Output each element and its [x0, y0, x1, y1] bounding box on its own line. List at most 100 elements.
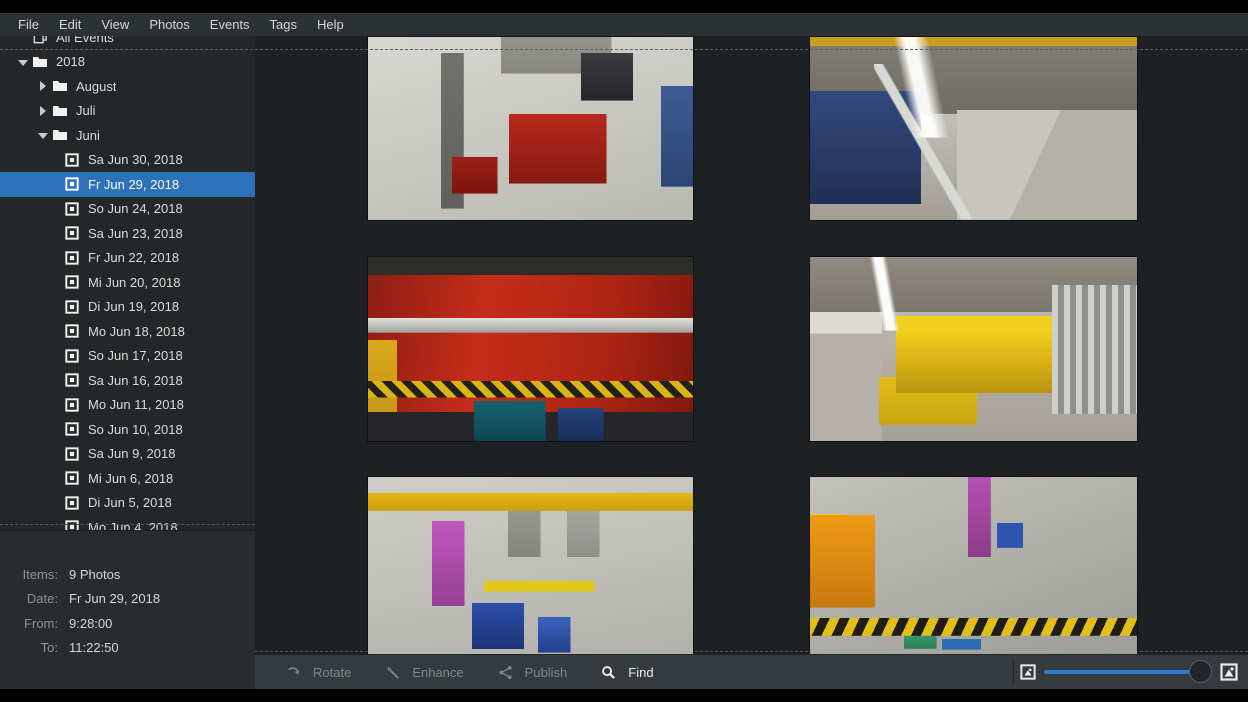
tree-item-label: Fr Jun 22, 2018 [88, 250, 179, 265]
tree-item-label: Di Jun 5, 2018 [88, 495, 172, 510]
enhance-label: Enhance [412, 665, 463, 680]
tree-item-label: Juni [76, 128, 100, 143]
sidebar-item-event-jun5[interactable]: Di Jun 5, 2018 [0, 491, 255, 516]
find-label: Find [628, 665, 653, 680]
sidebar-item-juli[interactable]: Juli [0, 99, 255, 124]
chevron-down-icon[interactable] [36, 128, 50, 142]
sidebar-item-event-jun24[interactable]: So Jun 24, 2018 [0, 197, 255, 222]
publish-button[interactable]: Publish [481, 655, 585, 689]
event-icon [64, 299, 80, 315]
tree-item-label: Fr Jun 29, 2018 [88, 177, 179, 192]
info-row-from: From: 9:28:00 [0, 611, 255, 636]
thumbnail-zoom-control [1014, 663, 1244, 681]
photo-grid-area: Rotate Enhance Publish [255, 36, 1248, 689]
chevron-right-icon[interactable] [36, 104, 50, 118]
sidebar-item-event-jun18[interactable]: Mo Jun 18, 2018 [0, 319, 255, 344]
thumbnail-zoom-slider[interactable] [1044, 663, 1212, 681]
info-panel: Items: 9 Photos Date: Fr Jun 29, 2018 Fr… [0, 530, 255, 689]
sidebar-item-event-jun29-selected[interactable]: Fr Jun 29, 2018 [0, 172, 255, 197]
event-icon [64, 201, 80, 217]
photo-thumbnail-5[interactable] [368, 477, 693, 655]
all-events-icon [32, 36, 48, 45]
slider-handle[interactable] [1189, 660, 1212, 683]
thumbnail-size-small-icon[interactable] [1020, 664, 1036, 680]
photo-thumbnail-1[interactable] [368, 37, 693, 220]
info-value: 9:28:00 [69, 616, 112, 631]
event-icon [64, 152, 80, 168]
tree-item-label: Di Jun 19, 2018 [88, 299, 179, 314]
info-value: 11:22:50 [69, 640, 119, 655]
tree-item-label: So Jun 10, 2018 [88, 422, 183, 437]
sidebar-item-juni[interactable]: Juni [0, 123, 255, 148]
event-icon [64, 446, 80, 462]
tree-item-label: Juli [76, 103, 96, 118]
menu-tags[interactable]: Tags [260, 13, 307, 36]
publish-icon [498, 665, 513, 680]
rotate-button[interactable]: Rotate [269, 655, 368, 689]
photo-thumbnail-3[interactable] [368, 257, 693, 441]
sidebar-item-2018[interactable]: 2018 [0, 50, 255, 75]
menu-events[interactable]: Events [200, 13, 260, 36]
event-icon [64, 470, 80, 486]
find-button[interactable]: Find [584, 655, 670, 689]
sidebar-item-event-jun23[interactable]: Sa Jun 23, 2018 [0, 221, 255, 246]
tree-item-label: Mo Jun 11, 2018 [88, 397, 184, 412]
photo-thumbnail-2[interactable] [810, 37, 1137, 220]
menu-edit[interactable]: Edit [49, 13, 91, 36]
tree-item-label: 2018 [56, 54, 85, 69]
sidebar-item-event-jun11[interactable]: Mo Jun 11, 2018 [0, 393, 255, 418]
event-icon [64, 176, 80, 192]
rotate-label: Rotate [313, 665, 351, 680]
sidebar-item-event-jun6[interactable]: Mi Jun 6, 2018 [0, 466, 255, 491]
window-content: All Events 2018 August [0, 36, 1248, 689]
menu-file[interactable]: File [8, 13, 49, 36]
sidebar: All Events 2018 August [0, 36, 255, 689]
sidebar-item-event-jun19[interactable]: Di Jun 19, 2018 [0, 295, 255, 320]
sidebar-item-event-jun22[interactable]: Fr Jun 22, 2018 [0, 246, 255, 271]
tree-item-label: Mi Jun 6, 2018 [88, 471, 173, 486]
event-icon [64, 225, 80, 241]
chevron-down-icon[interactable] [16, 55, 30, 69]
photo-thumbnail-4[interactable] [810, 257, 1137, 441]
sidebar-item-august[interactable]: August [0, 74, 255, 99]
tree-item-label: Sa Jun 23, 2018 [88, 226, 183, 241]
expander-icon [16, 36, 30, 44]
chevron-right-icon[interactable] [36, 79, 50, 93]
info-label: Items: [0, 567, 58, 582]
event-icon [64, 372, 80, 388]
event-icon [64, 495, 80, 511]
tree-item-label: Mo Jun 18, 2018 [88, 324, 185, 339]
folder-icon [52, 103, 68, 119]
event-icon [64, 397, 80, 413]
event-icon [64, 274, 80, 290]
enhance-icon [385, 665, 400, 680]
event-icon [64, 250, 80, 266]
tree-item-label: Mi Jun 20, 2018 [88, 275, 181, 290]
tree-item-label: Mo Jun 4, 2018 [88, 520, 178, 530]
sidebar-item-event-jun10[interactable]: So Jun 10, 2018 [0, 417, 255, 442]
sidebar-item-event-jun16[interactable]: Sa Jun 16, 2018 [0, 368, 255, 393]
search-icon [601, 665, 616, 680]
tree-item-label: Sa Jun 16, 2018 [88, 373, 183, 388]
sidebar-item-event-jun4[interactable]: Mo Jun 4, 2018 [0, 515, 255, 530]
sidebar-item-event-jun20[interactable]: Mi Jun 20, 2018 [0, 270, 255, 295]
tree-item-label: So Jun 17, 2018 [88, 348, 183, 363]
tree-item-label: Sa Jun 9, 2018 [88, 446, 175, 461]
event-icon [64, 323, 80, 339]
sidebar-item-event-jun30[interactable]: Sa Jun 30, 2018 [0, 148, 255, 173]
tree-item-label: So Jun 24, 2018 [88, 201, 183, 216]
photo-thumbnail-6[interactable] [810, 477, 1137, 655]
thumbnail-size-large-icon[interactable] [1220, 663, 1238, 681]
enhance-button[interactable]: Enhance [368, 655, 480, 689]
slider-fill [1044, 670, 1200, 674]
publish-label: Publish [525, 665, 568, 680]
folder-icon [32, 54, 48, 70]
menu-view[interactable]: View [91, 13, 139, 36]
sidebar-item-event-jun17[interactable]: So Jun 17, 2018 [0, 344, 255, 369]
tree-item-label: August [76, 79, 116, 94]
sidebar-item-all-events[interactable]: All Events [0, 36, 255, 50]
sidebar-item-event-jun9[interactable]: Sa Jun 9, 2018 [0, 442, 255, 467]
menu-photos[interactable]: Photos [139, 13, 199, 36]
menu-help[interactable]: Help [307, 13, 354, 36]
rotate-icon [286, 665, 301, 680]
